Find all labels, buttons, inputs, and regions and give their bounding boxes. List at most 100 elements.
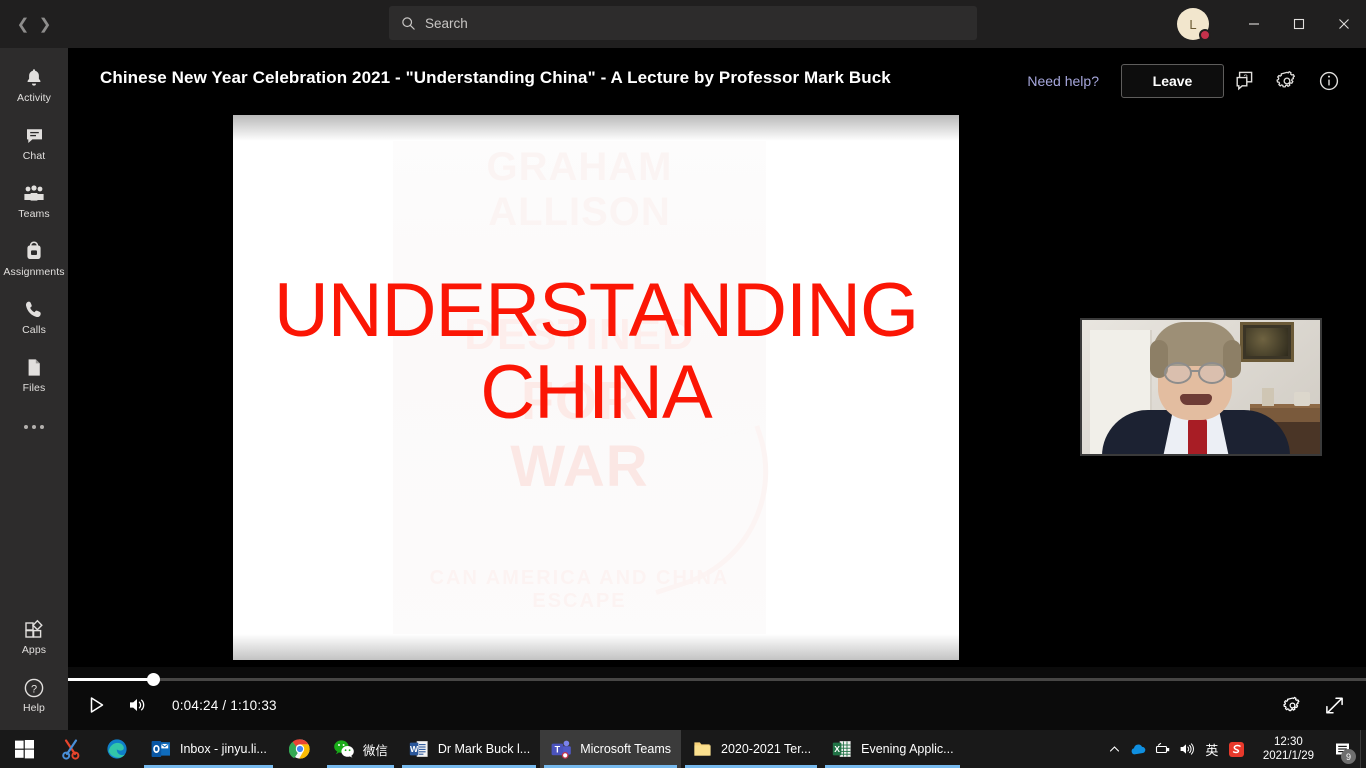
bell-icon (24, 67, 44, 89)
taskbar-item-label: 微信 (362, 743, 388, 758)
outlook-icon (150, 738, 172, 760)
apps-grid-icon (23, 619, 45, 641)
minimize-button[interactable] (1231, 0, 1276, 48)
svg-text:T: T (555, 744, 561, 754)
notification-center-button[interactable]: 9 (1324, 730, 1360, 768)
teams-people-icon (22, 183, 46, 205)
sidebar-item-label: Chat (22, 149, 46, 162)
presence-badge-busy (1199, 29, 1211, 41)
sidebar-item-activity[interactable]: Activity (0, 56, 68, 114)
seek-progress (68, 678, 154, 681)
taskbar-item-label: Dr Mark Buck l... (437, 742, 531, 756)
player-left-controls: 0:04:24 / 1:10:33 (82, 691, 277, 719)
need-help-link[interactable]: Need help? (1027, 73, 1099, 89)
sidebar-item-assignments[interactable]: Assignments (0, 230, 68, 288)
titlebar-right-controls: L (1177, 0, 1366, 48)
sidebar-item-apps[interactable]: Apps (0, 608, 68, 666)
page-title: Chinese New Year Celebration 2021 - "Und… (100, 68, 891, 87)
shared-slide[interactable]: GRAHAM ALLISON DESTINED FOR WAR CAN AMER… (233, 115, 959, 660)
search-icon (402, 16, 415, 30)
taskbar-item-microsoft-teams[interactable]: T Microsoft Teams (540, 730, 681, 768)
slide-headline: UNDERSTANDING CHINA (233, 270, 959, 434)
taskbar-item-chrome[interactable] (277, 730, 323, 768)
maximize-button[interactable] (1276, 0, 1321, 48)
slide-bottom-fade (233, 634, 959, 660)
time-separator: / (222, 697, 227, 713)
taskbar-item-edge[interactable] (94, 730, 140, 768)
leave-button[interactable]: Leave (1121, 64, 1224, 98)
file-icon (25, 357, 43, 379)
clock-time: 12:30 (1274, 736, 1303, 748)
sidebar-item-chat[interactable]: Chat (0, 114, 68, 172)
fullscreen-expand-icon[interactable] (1320, 691, 1348, 719)
taskbar-item-label: Microsoft Teams (580, 742, 671, 756)
chevron-right-icon[interactable]: ❯ (39, 17, 52, 32)
player-right-controls (1278, 691, 1348, 719)
sidebar-item-files[interactable]: Files (0, 346, 68, 404)
show-desktop-button[interactable] (1360, 730, 1366, 768)
teams-meeting-window: ❮ ❯ Search L Activity Chat Teams Assignm… (0, 0, 1366, 768)
close-button[interactable] (1321, 0, 1366, 48)
volume-button[interactable] (124, 691, 152, 719)
taskbar-clock[interactable]: 12:30 2021/1/29 (1249, 735, 1324, 763)
wechat-icon (333, 738, 355, 760)
network-icon[interactable] (1151, 730, 1175, 768)
taskbar-item-snipping-tool[interactable] (48, 730, 94, 768)
chrome-icon (288, 738, 311, 760)
qa-chat-icon[interactable]: ? (1224, 60, 1266, 102)
gear-icon[interactable] (1266, 60, 1308, 102)
taskbar-item-word[interactable]: W Dr Mark Buck l... (398, 730, 540, 768)
meeting-stage: GRAHAM ALLISON DESTINED FOR WAR CAN AMER… (68, 115, 1366, 667)
volume-icon[interactable] (1175, 730, 1199, 768)
taskbar-item-outlook[interactable]: Inbox - jinyu.li... (140, 730, 277, 768)
player-settings-gear-icon[interactable] (1278, 691, 1306, 719)
sidebar-item-calls[interactable]: Calls (0, 288, 68, 346)
seek-handle[interactable] (147, 673, 161, 686)
presenter-video-tile[interactable] (1080, 318, 1322, 456)
sidebar-more-options-button[interactable] (0, 404, 68, 450)
sidebar-item-label: Activity (16, 91, 52, 104)
chevron-up-icon[interactable] (1103, 730, 1127, 768)
windows-taskbar: Inbox - jinyu.li... 微信 W Dr Mark Buck l.… (0, 730, 1366, 768)
slide-headline-line-1: UNDERSTANDING (273, 268, 919, 353)
chevron-left-icon[interactable]: ❮ (17, 17, 30, 32)
sogou-icon[interactable] (1225, 730, 1249, 768)
taskbar-item-folder[interactable]: 2020-2021 Ter... (681, 730, 821, 768)
sidebar-item-teams[interactable]: Teams (0, 172, 68, 230)
search-placeholder: Search (425, 15, 468, 31)
onedrive-cloud-icon[interactable] (1127, 730, 1151, 768)
sidebar-item-label: Assignments (3, 265, 65, 278)
meeting-header: Chinese New Year Celebration 2021 - "Und… (68, 48, 1366, 115)
start-button[interactable] (0, 730, 48, 768)
svg-text:?: ? (31, 683, 37, 695)
word-icon: W (408, 738, 430, 760)
sidebar-item-label: Apps (21, 643, 47, 656)
avatar[interactable]: L (1177, 8, 1211, 41)
search-container: Search (389, 6, 977, 40)
edge-icon (106, 738, 128, 760)
taskbar-item-label: Inbox - jinyu.li... (180, 742, 267, 756)
sidebar-bottom-items: Apps ? Help (0, 608, 68, 724)
windows-logo-icon (14, 739, 34, 758)
info-circle-icon[interactable] (1308, 60, 1350, 102)
seek-track[interactable] (68, 678, 1366, 681)
app-sidebar: Activity Chat Teams Assignments Calls Fi… (0, 48, 68, 730)
current-time: 0:04:24 (172, 697, 219, 713)
phone-icon (24, 299, 44, 321)
help-circle-icon: ? (23, 677, 45, 699)
history-navigation: ❮ ❯ (0, 0, 68, 48)
sidebar-item-help[interactable]: ? Help (0, 666, 68, 724)
system-tray: 英 12:30 2021/1/29 9 (1103, 730, 1366, 768)
play-button[interactable] (82, 691, 110, 719)
backpack-icon (24, 241, 44, 263)
slide-headline-line-2: CHINA (480, 350, 712, 435)
taskbar-item-label: Evening Applic... (861, 742, 954, 756)
excel-icon: X (831, 738, 853, 760)
ime-language-indicator[interactable]: 英 (1199, 730, 1225, 768)
taskbar-item-wechat[interactable]: 微信 (323, 730, 398, 768)
snipping-tool-icon (60, 738, 82, 760)
taskbar-item-label: 2020-2021 Ter... (721, 742, 812, 756)
search-input[interactable]: Search (389, 6, 977, 40)
folder-icon (691, 738, 713, 760)
taskbar-item-excel[interactable]: X Evening Applic... (821, 730, 963, 768)
